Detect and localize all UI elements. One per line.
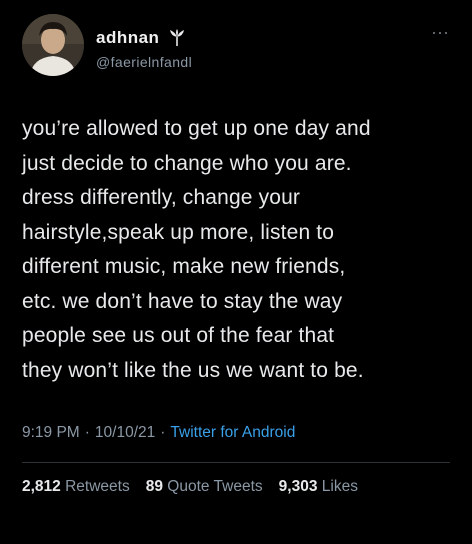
tweet-meta: 9:19 PM · 10/10/21 · Twitter for Android	[22, 424, 295, 442]
tweet-text-line: just decide to change who you are.	[22, 151, 352, 175]
retweets-count: 2,812	[22, 478, 61, 495]
tweet-text-line: people see us out of the fear that	[22, 324, 335, 347]
tweet-text-line: hairstyle,speak up more, listen to	[22, 220, 335, 244]
user-handle[interactable]: @faerielnfandl	[96, 54, 192, 70]
tweet-text-line: etc. we don’t have to stay the way	[22, 289, 343, 313]
tweet-text-line: they won’t like the us we want to be.	[22, 358, 364, 382]
divider	[22, 462, 450, 463]
likes-stat[interactable]: 9,303 Likes	[279, 478, 358, 496]
tweet-text: you’re allowed to get up one day and jus…	[22, 112, 462, 388]
tweet-stats: 2,812 Retweets 89 Quote Tweets 9,303 Lik…	[22, 478, 358, 496]
meta-separator: ·	[84, 424, 90, 441]
meta-separator: ·	[160, 424, 166, 441]
tweet-header: adhnan @faerielnfandl ···	[22, 14, 452, 84]
tulip-icon	[167, 28, 187, 48]
avatar[interactable]	[22, 14, 84, 76]
likes-count: 9,303	[278, 478, 318, 495]
tweet-text-line: different music, make new friends,	[22, 255, 346, 278]
quote-tweets-stat[interactable]: 89 Quote Tweets	[146, 478, 263, 496]
tweet-time[interactable]: 9:19 PM	[22, 424, 80, 442]
quote-tweets-label: Quote Tweets	[167, 478, 263, 495]
tweet-date[interactable]: 10/10/21	[95, 424, 155, 442]
likes-label: Likes	[321, 478, 358, 495]
quote-tweets-count: 89	[145, 478, 163, 495]
tweet-text-line: dress differently, change your	[22, 186, 301, 209]
retweets-stat[interactable]: 2,812 Retweets	[22, 478, 130, 496]
tweet-card: adhnan @faerielnfandl ··· you’re allowed…	[0, 0, 472, 544]
display-name[interactable]: adhnan	[96, 28, 159, 48]
retweets-label: Retweets	[65, 478, 130, 495]
tweet-source-link[interactable]: Twitter for Android	[170, 424, 295, 442]
tweet-text-line: you’re allowed to get up one day and	[22, 117, 371, 140]
more-icon[interactable]: ···	[428, 22, 452, 42]
name-row: adhnan	[96, 28, 187, 48]
